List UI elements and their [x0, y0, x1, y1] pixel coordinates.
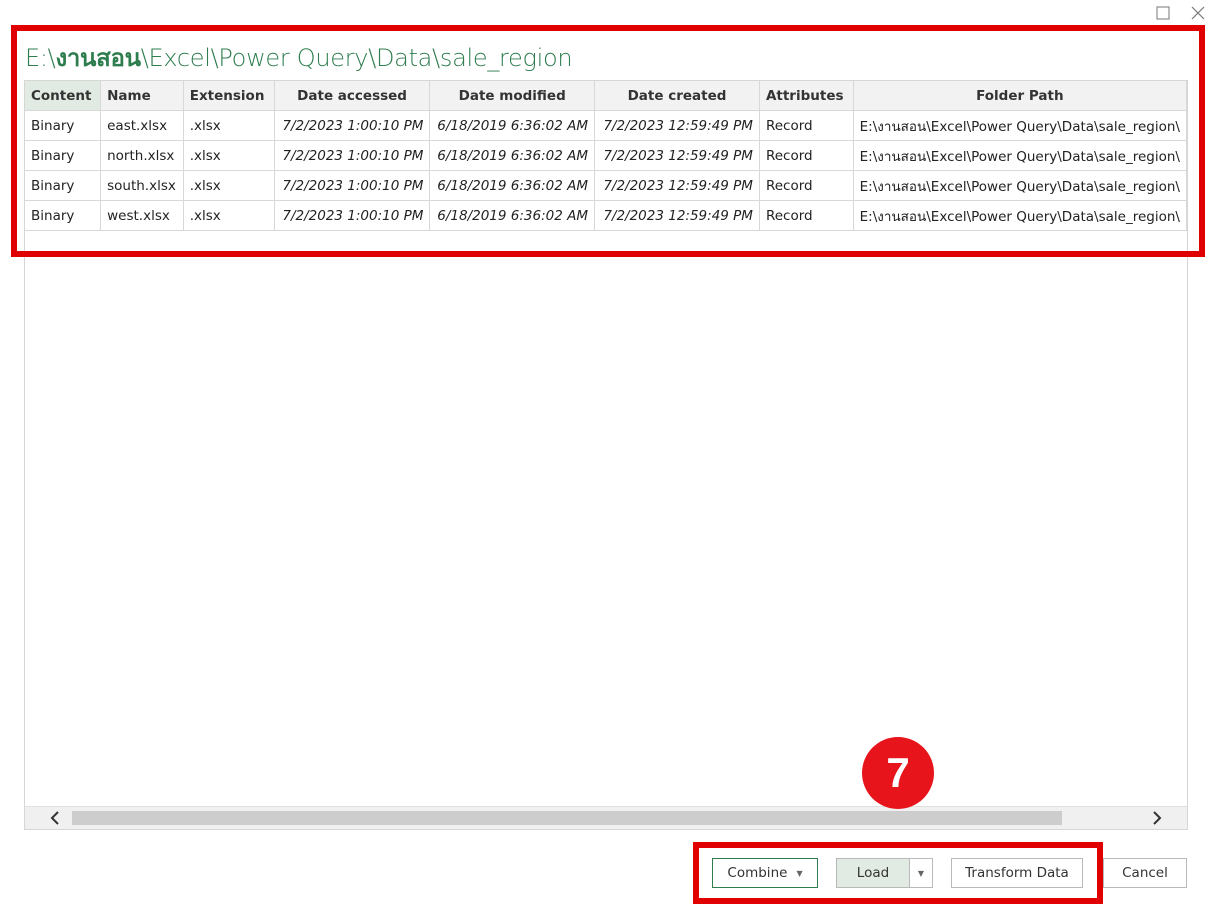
cancel-button[interactable]: Cancel	[1103, 858, 1187, 888]
maximize-button[interactable]	[1152, 2, 1174, 24]
load-dropdown-button[interactable]: ▼	[909, 858, 933, 888]
close-button[interactable]	[1187, 2, 1209, 24]
horizontal-scrollbar[interactable]	[25, 806, 1187, 829]
dropdown-arrow-icon: ▼	[796, 868, 803, 878]
maximize-icon	[1156, 6, 1170, 20]
cancel-button-label: Cancel	[1122, 865, 1168, 881]
combine-button[interactable]: Combine ▼	[712, 858, 818, 888]
load-button[interactable]: Load	[836, 858, 910, 888]
chevron-right-icon	[1153, 811, 1162, 825]
table-highlight-box	[11, 25, 1205, 257]
combine-button-label: Combine	[727, 865, 788, 881]
scroll-right-arrow[interactable]	[1142, 807, 1172, 829]
step-number-badge: 7	[862, 737, 934, 809]
chevron-left-icon	[50, 811, 59, 825]
scrollbar-thumb[interactable]	[72, 811, 1062, 825]
transform-data-label: Transform Data	[965, 865, 1069, 881]
load-button-label: Load	[856, 865, 890, 881]
transform-data-button[interactable]: Transform Data	[951, 858, 1083, 888]
close-icon	[1191, 6, 1205, 20]
dropdown-arrow-icon: ▼	[917, 868, 925, 878]
scroll-left-arrow[interactable]	[40, 807, 70, 829]
